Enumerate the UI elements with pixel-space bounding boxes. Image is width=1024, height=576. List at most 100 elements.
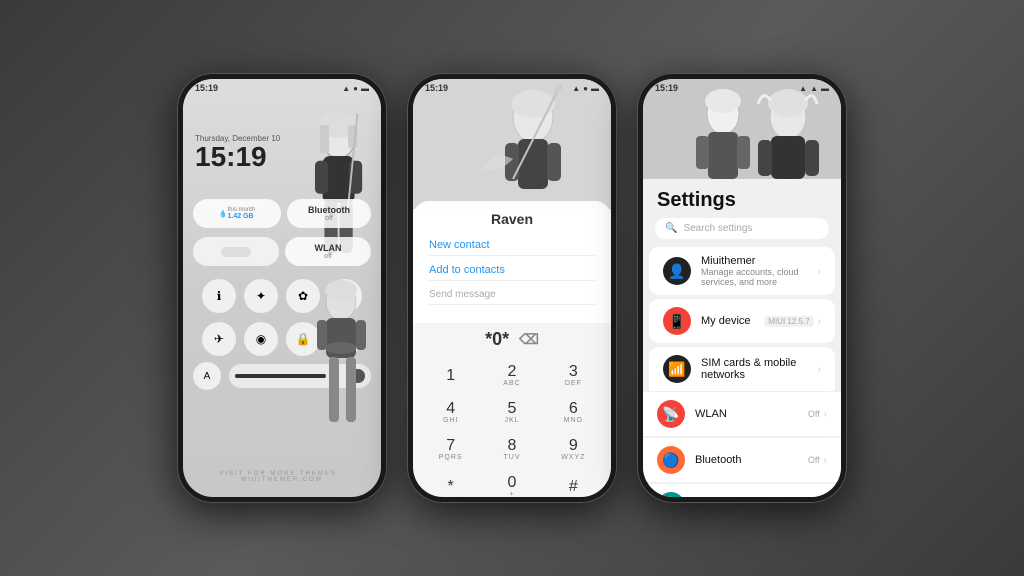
dialer-header-svg bbox=[413, 79, 611, 209]
battery-icon: ▬ bbox=[361, 84, 369, 93]
phone-dialer: 15:19 ▲ ● ▬ bbox=[407, 73, 617, 503]
bluetooth-chevron: › bbox=[824, 455, 827, 466]
anime-lower-svg bbox=[291, 272, 381, 472]
key-1[interactable]: 1 bbox=[421, 358, 480, 393]
device-chevron: › bbox=[818, 316, 821, 327]
bluetooth-text: Bluetooth bbox=[695, 454, 798, 466]
key-4[interactable]: 4GHI bbox=[421, 395, 480, 430]
wlan-widget[interactable]: WLAN off bbox=[285, 237, 371, 266]
key-5[interactable]: 5JKL bbox=[482, 395, 541, 430]
wifi-icon: ● bbox=[353, 84, 358, 93]
battery3-icon: ▬ bbox=[821, 84, 829, 93]
hotspot-icon: 📶 bbox=[657, 492, 685, 497]
status-icons-phone2: ▲ ● ▬ bbox=[572, 84, 599, 93]
clock-phone2: 15:19 bbox=[425, 83, 448, 93]
wlan-label: WLAN bbox=[695, 408, 798, 420]
battery2-icon: ▬ bbox=[591, 84, 599, 93]
account-icon: 👤 bbox=[663, 257, 691, 285]
account-sub: Manage accounts, cloud services, and mor… bbox=[701, 267, 808, 287]
widget-row-2: WLAN off bbox=[193, 237, 371, 266]
bluetooth-label: Bluetooth bbox=[695, 454, 798, 466]
toggle-info[interactable]: ℹ bbox=[202, 279, 236, 313]
key-hash[interactable]: # bbox=[544, 469, 603, 497]
anime-figure-top bbox=[183, 79, 381, 299]
wifi3-icon: ▲ bbox=[810, 84, 818, 93]
my-device-item[interactable]: 📱 My device MIUI 12.5.7 › bbox=[649, 299, 835, 343]
widget-row-1: 💧 this month 1.42 GB Bluetooth off bbox=[193, 199, 371, 228]
key-7[interactable]: 7PQRS bbox=[421, 432, 480, 467]
action-new-contact[interactable]: New contact bbox=[429, 235, 595, 256]
clock-widget: Thursday, December 10 15:19 bbox=[195, 134, 280, 171]
status-icons-phone1: ▲ ● ▬ bbox=[342, 84, 369, 93]
wlan-chevron: › bbox=[824, 409, 827, 420]
status-bar-phone3: 15:19 ▲ ▲ ▬ bbox=[643, 79, 841, 97]
signal2-icon: ▲ bbox=[572, 84, 580, 93]
keypad: 1 2ABC 3DEF 4GHI 5JKL 6MNO 7PQRS 8TUV 9W… bbox=[413, 356, 611, 497]
bluetooth-widget[interactable]: Bluetooth off bbox=[287, 199, 371, 228]
search-icon: 🔍 bbox=[665, 223, 677, 234]
toggle-person[interactable]: ✦ bbox=[244, 279, 278, 313]
signal3-icon: ▲ bbox=[799, 84, 807, 93]
data-widget[interactable]: 💧 this month 1.42 GB bbox=[193, 199, 281, 228]
device-label: My device bbox=[701, 315, 754, 327]
status-bar-phone2: 15:19 ▲ ● ▬ bbox=[413, 79, 611, 97]
wlan-item[interactable]: 📡 WLAN Off › bbox=[643, 392, 841, 436]
wlan-icon: 📡 bbox=[657, 400, 685, 428]
empty-widget[interactable] bbox=[193, 237, 279, 266]
toggle-a[interactable]: A bbox=[193, 362, 221, 390]
device-text: My device bbox=[701, 315, 754, 327]
dialer-actions: New contact Add to contacts Send message bbox=[429, 235, 595, 305]
contact-panel: Raven New contact Add to contacts Send m… bbox=[413, 201, 611, 323]
toggle-plane[interactable]: ✈ bbox=[202, 322, 236, 356]
settings-title: Settings bbox=[643, 179, 841, 218]
action-send-message[interactable]: Send message bbox=[429, 285, 595, 305]
time-large: 15:19 bbox=[195, 143, 280, 171]
account-item[interactable]: 👤 Miuithemer Manage accounts, cloud serv… bbox=[649, 247, 835, 295]
wlan-right: Off › bbox=[808, 409, 827, 420]
clock-phone3: 15:19 bbox=[655, 83, 678, 93]
signal-icon: ▲ bbox=[342, 84, 350, 93]
watermark-text: VISIT FOR MORE THEMES - MIUITHEMER.COM bbox=[183, 471, 381, 483]
key-6[interactable]: 6MNO bbox=[544, 395, 603, 430]
sim-chevron: › bbox=[818, 364, 821, 375]
key-0[interactable]: 0+ bbox=[482, 469, 541, 497]
bluetooth-right: Off › bbox=[808, 455, 827, 466]
key-9[interactable]: 9WXYZ bbox=[544, 432, 603, 467]
sim-icon: 📶 bbox=[663, 355, 691, 383]
number-display: *0* ⌫ bbox=[413, 323, 611, 356]
phone-home: 15:19 ▲ ● ▬ bbox=[177, 73, 387, 503]
sim-item[interactable]: 📶 SIM cards & mobile networks › bbox=[649, 347, 835, 391]
action-add-contact[interactable]: Add to contacts bbox=[429, 260, 595, 281]
wlan-text: WLAN bbox=[695, 408, 798, 420]
anime-figure-lower bbox=[291, 272, 381, 472]
clock-phone1: 15:19 bbox=[195, 83, 218, 93]
sim-text: SIM cards & mobile networks bbox=[701, 357, 808, 381]
search-bar[interactable]: 🔍 Search settings bbox=[655, 218, 829, 239]
bluetooth-icon: 🔵 bbox=[657, 446, 685, 474]
wifi2-icon: ● bbox=[583, 84, 588, 93]
dialer-header-image bbox=[413, 79, 611, 209]
account-name: Miuithemer bbox=[701, 255, 808, 267]
hotspot-item[interactable]: 📶 Portable hotspot Off › bbox=[643, 484, 841, 497]
toggle-eye[interactable]: ◉ bbox=[244, 322, 278, 356]
status-icons-phone3: ▲ ▲ ▬ bbox=[799, 84, 829, 93]
phone-settings: 15:19 ▲ ▲ ▬ bbox=[637, 73, 847, 503]
bluetooth-value: Off bbox=[808, 455, 820, 465]
device-version: MIUI 12.5.7 bbox=[764, 316, 813, 327]
key-3[interactable]: 3DEF bbox=[544, 358, 603, 393]
dialed-number: *0* bbox=[485, 329, 509, 350]
device-right: MIUI 12.5.7 › bbox=[764, 316, 821, 327]
search-placeholder: Search settings bbox=[683, 223, 752, 234]
key-8[interactable]: 8TUV bbox=[482, 432, 541, 467]
sim-label: SIM cards & mobile networks bbox=[701, 357, 808, 381]
key-star[interactable]: * bbox=[421, 469, 480, 497]
bluetooth-item[interactable]: 🔵 Bluetooth Off › bbox=[643, 438, 841, 482]
status-bar-phone1: 15:19 ▲ ● ▬ bbox=[183, 79, 381, 97]
device-icon: 📱 bbox=[663, 307, 691, 335]
backspace-btn[interactable]: ⌫ bbox=[519, 331, 539, 348]
account-text: Miuithemer Manage accounts, cloud servic… bbox=[701, 255, 808, 287]
account-chevron: › bbox=[818, 266, 821, 277]
wallpaper-area bbox=[183, 79, 381, 299]
key-2[interactable]: 2ABC bbox=[482, 358, 541, 393]
wlan-value: Off bbox=[808, 409, 820, 419]
